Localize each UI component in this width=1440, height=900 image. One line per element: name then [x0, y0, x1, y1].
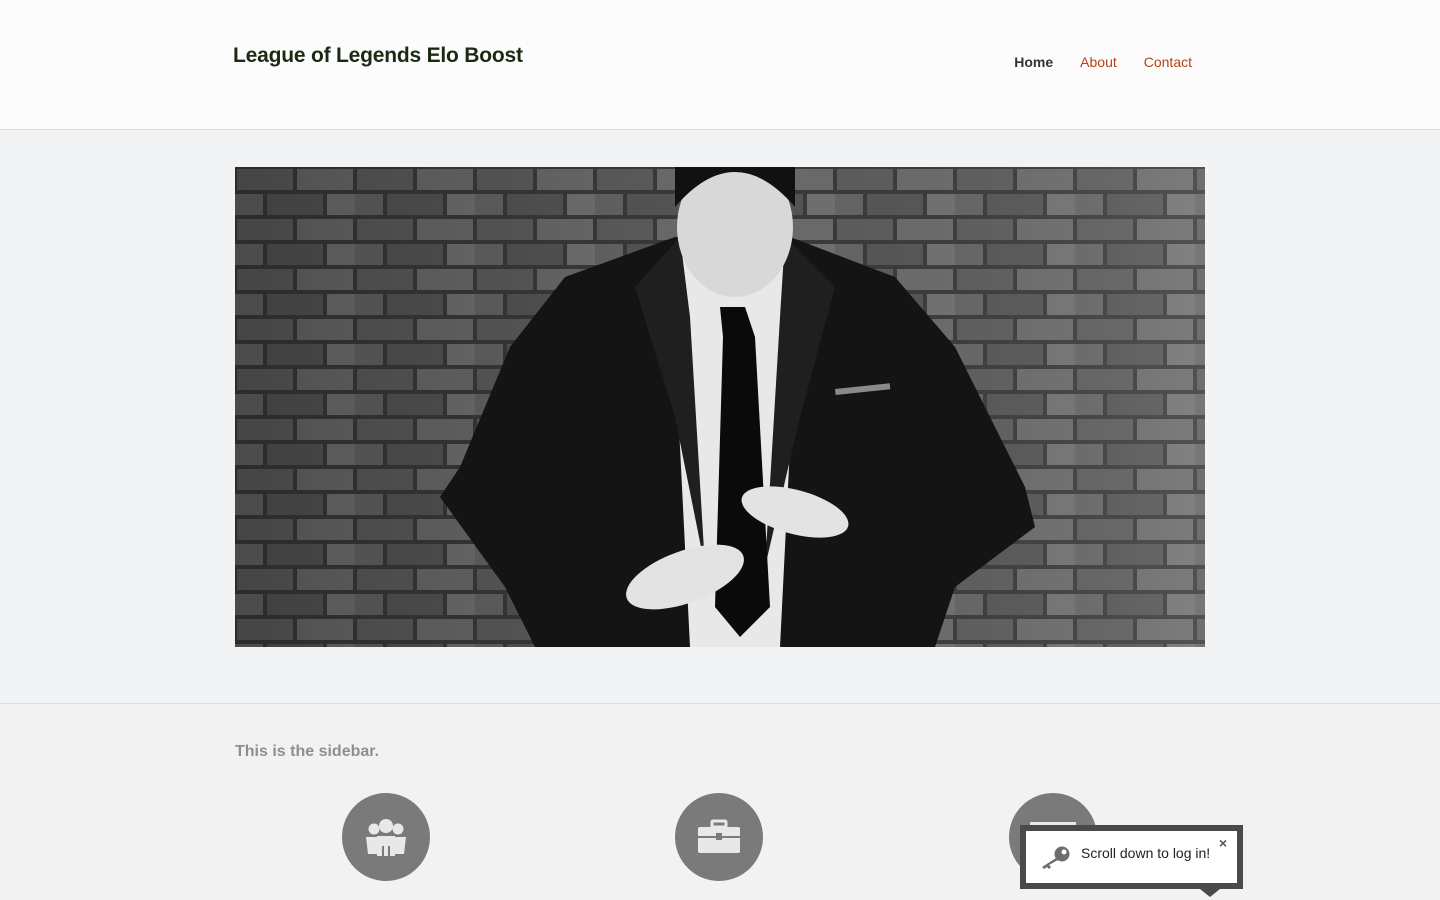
close-icon[interactable]: × [1219, 835, 1227, 851]
tooltip-text: Scroll down to log in! [1081, 845, 1211, 861]
site-title[interactable]: League of Legends Elo Boost [233, 44, 523, 68]
nav-contact[interactable]: Contact [1144, 54, 1192, 70]
tooltip-body: Scroll down to log in! × [1026, 831, 1237, 883]
login-tooltip: Scroll down to log in! × [1020, 825, 1243, 897]
tooltip-arrow [1200, 889, 1220, 897]
main-nav: Home About Contact [987, 54, 1192, 70]
hero-image [235, 167, 1205, 647]
briefcase-icon[interactable] [675, 793, 763, 881]
nav-about[interactable]: About [1080, 54, 1117, 70]
key-icon [1038, 845, 1072, 874]
site-header: League of Legends Elo Boost Home About C… [0, 0, 1440, 130]
nav-home[interactable]: Home [1014, 54, 1053, 70]
group-icon[interactable] [342, 793, 430, 881]
sidebar-text: This is the sidebar. [235, 743, 380, 760]
